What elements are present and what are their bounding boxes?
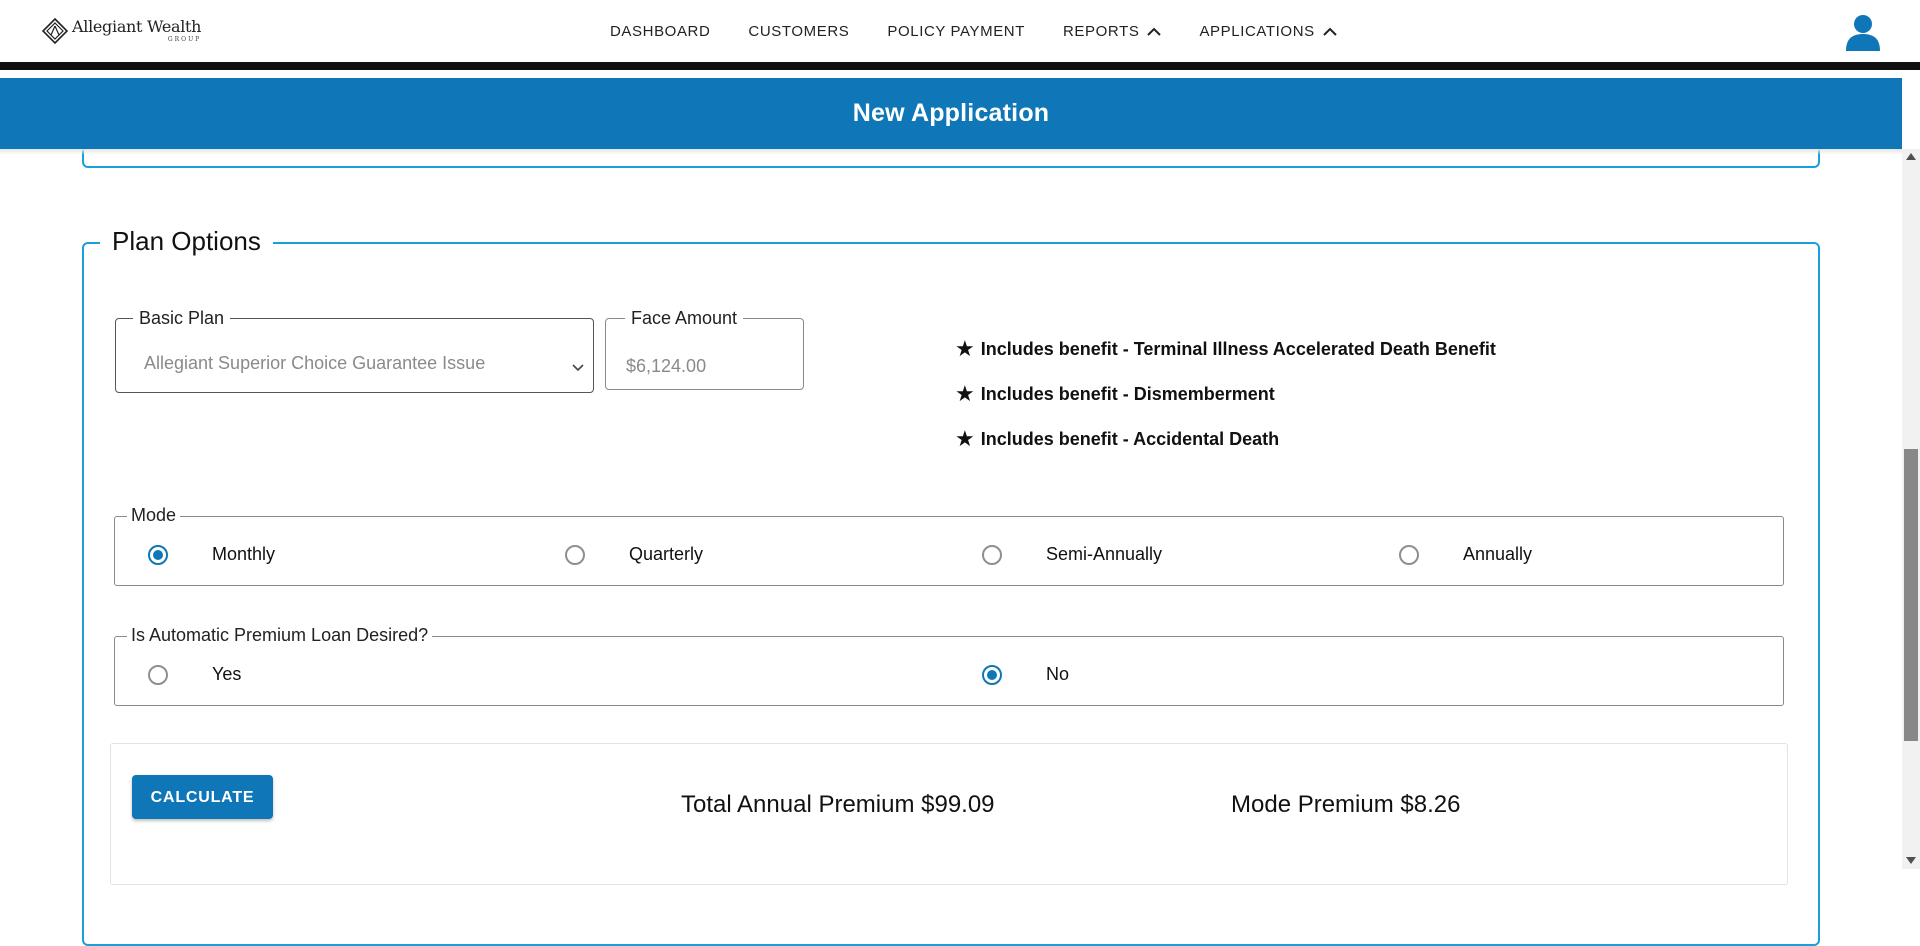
apl-no-radio[interactable] <box>982 665 1002 685</box>
page-header: New Application <box>0 78 1902 149</box>
top-navbar: Allegiant Wealth GROUP DASHBOARD CUSTOME… <box>0 0 1920 70</box>
benefit-text: Includes benefit - Accidental Death <box>980 428 1280 449</box>
nav-applications[interactable]: APPLICATIONS <box>1199 23 1337 40</box>
nav-applications-label: APPLICATIONS <box>1199 23 1315 40</box>
chevron-up-icon <box>1147 27 1162 36</box>
mode-quarterly-radio[interactable] <box>565 545 585 565</box>
mode-radio-group: Mode Monthly Quarterly Semi-Annually Ann… <box>114 505 1784 586</box>
chevron-down-icon <box>572 364 584 372</box>
mode-semi-annually-label[interactable]: Semi-Annually <box>1046 544 1162 565</box>
scroll-down-arrow-icon[interactable] <box>1906 857 1916 864</box>
benefit-text: Includes benefit - Dismemberment <box>980 383 1275 404</box>
mode-quarterly-label[interactable]: Quarterly <box>629 544 703 565</box>
logo-mark-icon <box>42 18 68 44</box>
nav-reports-label: REPORTS <box>1063 23 1140 40</box>
nav-policy-payment-label: POLICY PAYMENT <box>887 23 1025 40</box>
apl-label: Is Automatic Premium Loan Desired? <box>127 625 433 646</box>
brand-logo[interactable]: Allegiant Wealth GROUP <box>42 18 201 44</box>
apl-no-label[interactable]: No <box>1046 664 1069 685</box>
brand-subtitle: GROUP <box>167 36 202 43</box>
calculate-button[interactable]: CALCULATE <box>132 775 273 819</box>
benefit-item: ★ Includes benefit - Accidental Death <box>955 426 1279 452</box>
plan-options-title: Plan Options <box>100 226 273 257</box>
apl-yes-radio[interactable] <box>148 665 168 685</box>
basic-plan-value: Allegiant Superior Choice Guarantee Issu… <box>144 353 486 373</box>
mode-monthly-label[interactable]: Monthly <box>212 544 275 565</box>
scroll-up-arrow-icon[interactable] <box>1906 153 1916 160</box>
star-icon: ★ <box>955 381 975 406</box>
basic-plan-label: Basic Plan <box>133 308 231 329</box>
user-icon[interactable] <box>1845 14 1881 52</box>
mode-annually-radio[interactable] <box>1399 545 1419 565</box>
face-amount-value: $6,124.00 <box>626 356 707 376</box>
mode-premium: Mode Premium $8.26 <box>1231 791 1461 818</box>
chevron-up-icon <box>1323 27 1337 36</box>
apl-yes-label[interactable]: Yes <box>212 664 241 685</box>
main-nav: DASHBOARD CUSTOMERS POLICY PAYMENT REPOR… <box>610 23 1375 40</box>
brand-name: Allegiant Wealth <box>72 17 202 36</box>
benefit-item: ★ Includes benefit - Dismemberment <box>955 381 1275 407</box>
face-amount-field[interactable]: Face Amount $6,124.00 <box>605 308 804 390</box>
vertical-scrollbar[interactable] <box>1902 149 1920 869</box>
total-annual-premium: Total Annual Premium $99.09 <box>681 791 995 818</box>
nav-customers-label: CUSTOMERS <box>748 23 850 40</box>
nav-reports[interactable]: REPORTS <box>1063 23 1162 40</box>
nav-dashboard-label: DASHBOARD <box>610 23 711 40</box>
page-title: New Application <box>852 99 1050 127</box>
mode-label: Mode <box>127 505 181 526</box>
apl-radio-group: Is Automatic Premium Loan Desired? Yes N… <box>114 625 1784 706</box>
nav-policy-payment[interactable]: POLICY PAYMENT <box>887 23 1025 40</box>
benefit-text: Includes benefit - Terminal Illness Acce… <box>980 338 1496 359</box>
basic-plan-select[interactable]: Basic Plan Allegiant Superior Choice Gua… <box>115 308 594 393</box>
star-icon: ★ <box>955 426 975 451</box>
scrollbar-thumb[interactable] <box>1904 449 1918 741</box>
star-icon: ★ <box>955 336 975 361</box>
benefit-item: ★ Includes benefit - Terminal Illness Ac… <box>955 336 1496 362</box>
mode-monthly-radio[interactable] <box>148 545 168 565</box>
header-shadow <box>0 149 1902 155</box>
nav-customers[interactable]: CUSTOMERS <box>748 23 849 40</box>
mode-annually-label[interactable]: Annually <box>1463 544 1532 565</box>
face-amount-label: Face Amount <box>625 308 744 329</box>
nav-dashboard[interactable]: DASHBOARD <box>610 23 710 40</box>
mode-semi-annually-radio[interactable] <box>982 545 1002 565</box>
